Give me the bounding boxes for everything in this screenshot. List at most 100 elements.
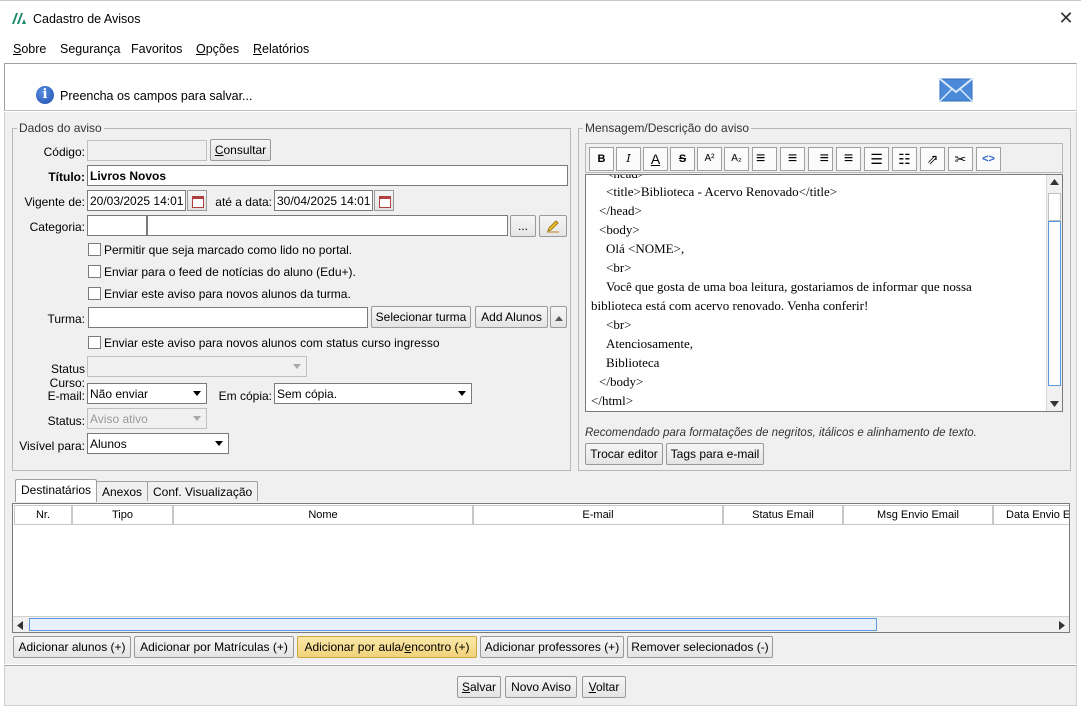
info-banner: i Preencha os campos para salvar... bbox=[4, 63, 1077, 111]
menu-sobre[interactable]: Sobre bbox=[13, 42, 46, 56]
message-editor[interactable]: <head> <title>Biblioteca - Acervo Renova… bbox=[585, 174, 1063, 412]
dados-aviso-legend: Dados do aviso bbox=[17, 121, 104, 135]
ate-date-field[interactable]: 30/04/2025 14:01 bbox=[274, 190, 373, 211]
tab-anexos[interactable]: Anexos bbox=[96, 481, 149, 501]
column-header[interactable]: E-mail bbox=[473, 505, 723, 525]
email-label: E-mail: bbox=[47, 389, 85, 403]
consultar-button[interactable]: Consultar bbox=[210, 139, 271, 161]
portal-checkbox[interactable] bbox=[88, 243, 101, 256]
align-center-icon[interactable]: ≡ bbox=[780, 147, 805, 171]
ate-calendar-icon[interactable] bbox=[374, 190, 394, 211]
status-curso-select[interactable] bbox=[87, 356, 307, 377]
vigente-date-field[interactable]: 20/03/2025 14:01 bbox=[87, 190, 186, 211]
status-curso-label: Status Curso: bbox=[49, 362, 85, 390]
salvar-button[interactable]: Salvar bbox=[457, 676, 501, 698]
scroll-up-icon[interactable] bbox=[1050, 179, 1059, 185]
strikethrough-icon[interactable]: S bbox=[670, 147, 695, 171]
novos-turma-checkbox-label: Enviar este aviso para novos alunos da t… bbox=[104, 287, 351, 301]
mail-icon bbox=[939, 78, 973, 102]
tab-destinatarios[interactable]: Destinatários bbox=[15, 479, 98, 502]
editor-hint: Recomendado para formatações de negritos… bbox=[585, 427, 977, 439]
trocar-editor-button[interactable]: Trocar editor bbox=[585, 443, 663, 465]
html-source-icon[interactable]: <> bbox=[976, 147, 1001, 171]
portal-checkbox-label: Permitir que seja marcado como lido no p… bbox=[104, 243, 353, 257]
code-line: Biblioteca bbox=[606, 355, 660, 370]
vigente-calendar-icon[interactable] bbox=[187, 190, 207, 211]
grid-scroll-thumb[interactable] bbox=[29, 618, 877, 631]
numbered-list-icon[interactable]: ☷ bbox=[892, 147, 917, 171]
window-title: Cadastro de Avisos bbox=[33, 12, 141, 26]
em-copia-label: Em cópia: bbox=[218, 389, 272, 403]
insert-link-icon[interactable]: ⇗ bbox=[920, 147, 945, 171]
scroll-right-icon[interactable] bbox=[1059, 621, 1065, 630]
grid-horizontal-scrollbar[interactable] bbox=[13, 616, 1069, 632]
column-header[interactable]: Tipo bbox=[72, 505, 173, 525]
code-line: <body> bbox=[599, 222, 640, 237]
menu-relatorios[interactable]: Relatórios bbox=[253, 42, 309, 56]
bullet-list-icon[interactable]: ☰ bbox=[864, 147, 889, 171]
categoria-code-field[interactable] bbox=[87, 215, 147, 236]
selecionar-turma-button[interactable]: Selecionar turma bbox=[371, 306, 471, 328]
align-right-icon[interactable]: ≡ bbox=[808, 147, 833, 171]
align-justify-icon[interactable]: ≡ bbox=[836, 147, 861, 171]
cut-icon[interactable]: ✂ bbox=[948, 147, 973, 171]
editor-scroll-track[interactable] bbox=[1048, 221, 1061, 386]
menu-seguranca[interactable]: Segurança bbox=[60, 42, 120, 56]
close-icon[interactable]: ✕ bbox=[1054, 7, 1078, 31]
destinatarios-grid[interactable]: Nr. Tipo Nome E-mail Status Email Msg En… bbox=[12, 503, 1070, 633]
column-header[interactable]: Nome bbox=[173, 505, 473, 525]
codigo-label: Código: bbox=[43, 145, 85, 159]
info-message: Preencha os campos para salvar... bbox=[60, 89, 253, 103]
menu-opcoes[interactable]: Opções bbox=[196, 42, 239, 56]
superscript-icon[interactable]: A² bbox=[697, 147, 722, 171]
scroll-down-icon[interactable] bbox=[1050, 401, 1059, 407]
turma-field[interactable] bbox=[88, 307, 368, 328]
em-copia-select[interactable]: Sem cópia. bbox=[274, 383, 472, 404]
editor-scroll-thumb[interactable] bbox=[1048, 193, 1061, 221]
status-ingresso-checkbox[interactable] bbox=[88, 336, 101, 349]
adicionar-aula-encontro-button[interactable]: Adicionar por aula/encontro (+) bbox=[297, 636, 477, 658]
editor-vertical-scrollbar[interactable] bbox=[1046, 175, 1062, 411]
font-color-icon[interactable]: A bbox=[643, 147, 668, 171]
codigo-field[interactable] bbox=[87, 140, 207, 161]
app-logo-icon bbox=[12, 13, 26, 24]
adicionar-matriculas-button[interactable]: Adicionar por Matrículas (+) bbox=[134, 636, 294, 658]
scroll-left-icon[interactable] bbox=[17, 621, 23, 630]
titulo-field[interactable]: Livros Novos bbox=[87, 165, 568, 186]
visivel-para-select[interactable]: Alunos bbox=[87, 433, 229, 454]
subscript-icon[interactable]: A₂ bbox=[724, 147, 749, 171]
tags-email-button[interactable]: Tags para e-mail bbox=[666, 443, 764, 465]
adicionar-professores-button[interactable]: Adicionar professores (+) bbox=[480, 636, 624, 658]
email-select[interactable]: Não enviar bbox=[87, 383, 207, 404]
column-header[interactable]: Status Email bbox=[723, 505, 843, 525]
bold-icon[interactable]: B bbox=[589, 147, 614, 171]
align-left-icon[interactable]: ≡ bbox=[752, 147, 777, 171]
adicionar-alunos-button[interactable]: Adicionar alunos (+) bbox=[13, 636, 131, 658]
turma-label: Turma: bbox=[47, 312, 85, 326]
add-alunos-button[interactable]: Add Alunos bbox=[475, 306, 548, 328]
titulo-label: Título: bbox=[48, 170, 85, 184]
novos-turma-checkbox[interactable] bbox=[88, 287, 101, 300]
column-header[interactable]: Msg Envio Email bbox=[843, 505, 993, 525]
menu-bar: Sobre Segurança Favoritos Opções Relatór… bbox=[0, 36, 1081, 62]
categoria-label: Categoria: bbox=[29, 220, 85, 234]
status-label: Status: bbox=[47, 414, 85, 428]
categoria-edit-icon[interactable] bbox=[539, 215, 567, 237]
title-bar: Cadastro de Avisos ✕ bbox=[0, 0, 1081, 36]
code-line: Atenciosamente, bbox=[606, 336, 693, 351]
feed-checkbox[interactable] bbox=[88, 265, 101, 278]
status-select[interactable]: Aviso ativo bbox=[87, 408, 207, 429]
italic-icon[interactable]: I bbox=[616, 147, 641, 171]
column-header[interactable]: Data Envio Em bbox=[993, 505, 1069, 525]
tab-conf-visualizacao[interactable]: Conf. Visualização bbox=[147, 481, 259, 501]
ate-data-label: até a data: bbox=[215, 195, 272, 209]
categoria-desc-field[interactable] bbox=[147, 215, 508, 236]
voltar-button[interactable]: Voltar bbox=[582, 676, 626, 698]
menu-favoritos[interactable]: Favoritos bbox=[131, 42, 182, 56]
column-header[interactable]: Nr. bbox=[14, 505, 72, 525]
code-line: </html> bbox=[591, 393, 634, 408]
categoria-lookup-button[interactable]: ... bbox=[510, 215, 536, 237]
turma-scroll-up-icon[interactable] bbox=[550, 306, 567, 328]
novo-aviso-button[interactable]: Novo Aviso bbox=[505, 676, 577, 698]
remover-selecionados-button[interactable]: Remover selecionados (-) bbox=[627, 636, 773, 658]
